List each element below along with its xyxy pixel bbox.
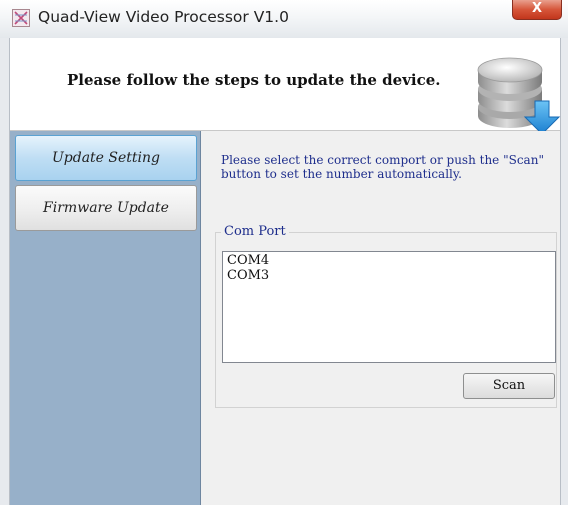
nav-update-setting[interactable]: Update Setting xyxy=(15,135,197,181)
title-bar[interactable]: Quad-View Video Processor V1.0 X xyxy=(0,0,568,38)
com-port-listbox[interactable]: COM4 COM3 xyxy=(222,251,556,363)
close-button[interactable]: X xyxy=(512,0,562,20)
window-frame-left xyxy=(0,38,10,505)
database-download-icon xyxy=(477,57,561,133)
header-instruction: Please follow the steps to update the de… xyxy=(67,71,441,89)
window-title: Quad-View Video Processor V1.0 xyxy=(38,8,289,26)
instruction-text: Please select the correct comport or pus… xyxy=(221,153,544,181)
scan-button[interactable]: Scan xyxy=(463,373,555,399)
content-panel: Please select the correct comport or pus… xyxy=(205,131,560,505)
list-item-com4[interactable]: COM4 xyxy=(227,253,551,268)
header-banner: Please follow the steps to update the de… xyxy=(10,38,561,133)
com-port-label: Com Port xyxy=(221,224,289,239)
list-item-com3[interactable]: COM3 xyxy=(227,268,551,283)
nav-firmware-update[interactable]: Firmware Update xyxy=(15,185,197,231)
app-icon xyxy=(12,9,30,27)
app-window: Quad-View Video Processor V1.0 X Please … xyxy=(0,0,568,505)
sidebar: Update Setting Firmware Update xyxy=(10,131,201,505)
